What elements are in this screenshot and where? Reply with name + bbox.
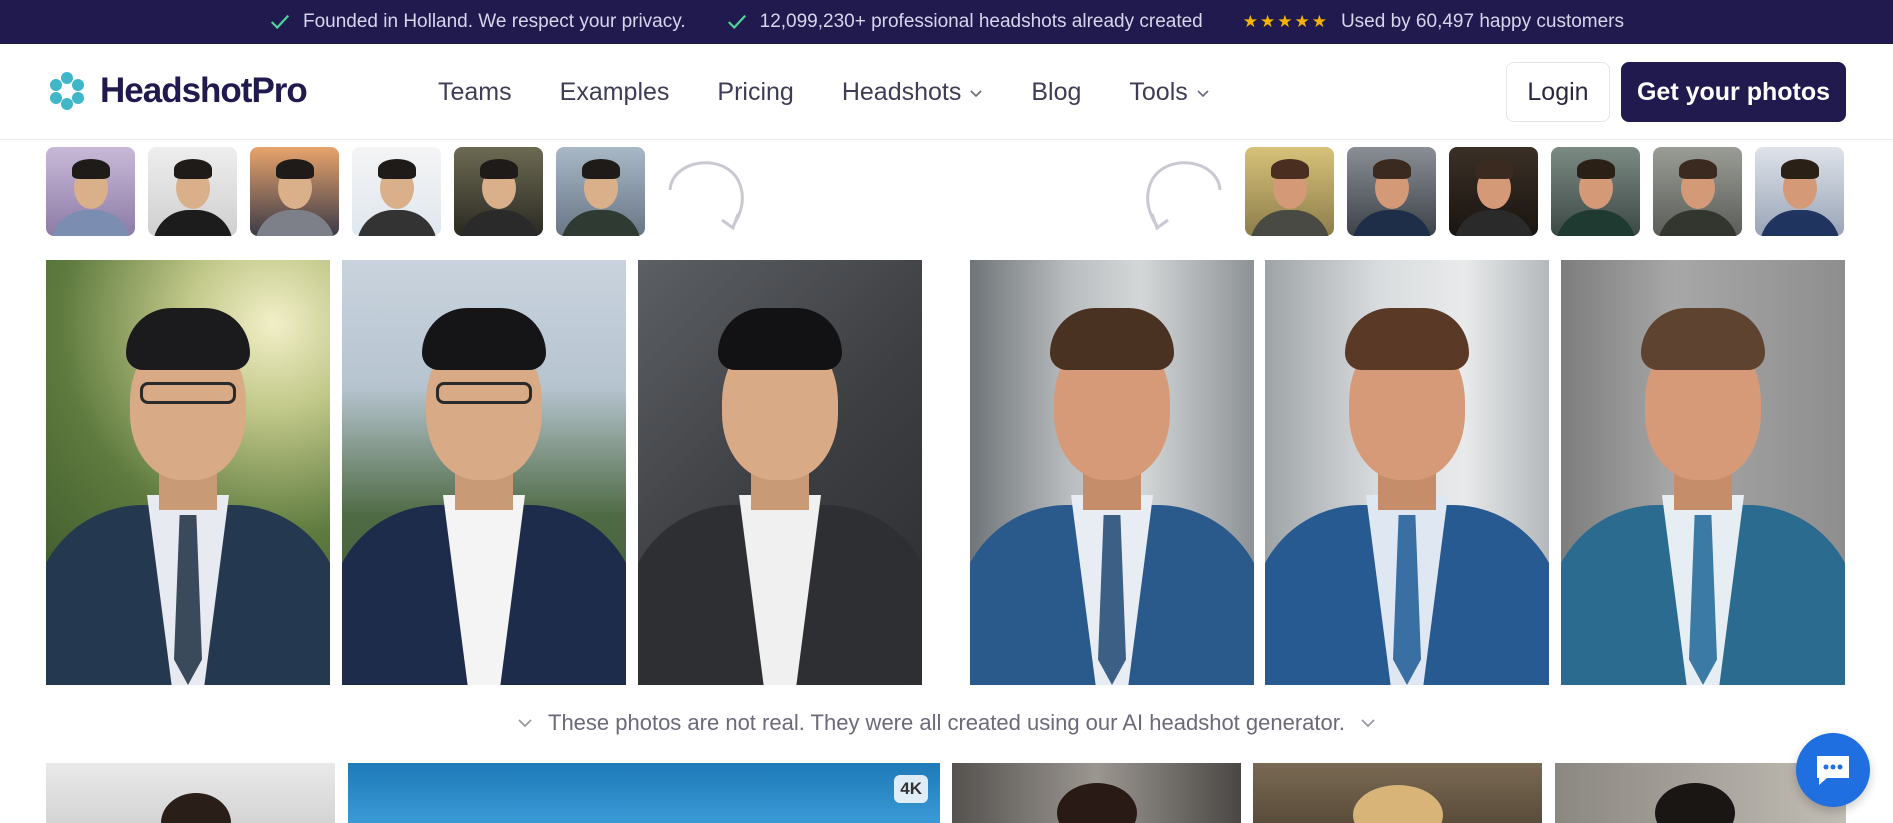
main-navigation: HeadshotPro Teams Examples Pricing Heads… <box>0 44 1893 140</box>
input-selfie-thumbnail <box>352 147 441 236</box>
nav-label: Blog <box>1031 78 1082 106</box>
banner-item-privacy: Founded in Holland. We respect your priv… <box>269 11 686 33</box>
input-selfie-thumbnail <box>250 147 339 236</box>
example-headshot <box>1253 763 1542 823</box>
nav-label: Pricing <box>717 78 794 106</box>
generated-headshot <box>1265 260 1549 685</box>
input-selfie-thumbnail <box>1551 147 1640 236</box>
logo[interactable]: HeadshotPro <box>46 70 308 112</box>
nav-item-tools[interactable]: Tools <box>1129 78 1209 107</box>
chevron-down-icon <box>518 719 532 728</box>
nav-menu: Teams Examples Pricing Headshots Blog To… <box>438 78 1210 107</box>
nav-item-examples[interactable]: Examples <box>560 78 670 107</box>
nav-label: Headshots <box>841 78 962 106</box>
input-selfie-thumbnail <box>148 147 237 236</box>
generated-headshot <box>1561 260 1845 685</box>
disclaimer-caption: These photos are not real. They were all… <box>0 710 1893 736</box>
chat-icon <box>1817 756 1849 785</box>
chevron-down-icon <box>1361 719 1375 728</box>
banner-text: 12,099,230+ professional headshots alrea… <box>759 11 1203 32</box>
get-photos-button[interactable]: Get your photos <box>1621 62 1846 122</box>
nav-item-pricing[interactable]: Pricing <box>717 78 793 107</box>
login-button[interactable]: Login <box>1506 62 1610 122</box>
nav-item-headshots[interactable]: Headshots <box>842 78 984 107</box>
input-selfie-thumbnail <box>1755 147 1844 236</box>
example-headshot <box>952 763 1241 823</box>
chevron-down-icon <box>970 89 982 97</box>
generated-headshot <box>970 260 1254 685</box>
curved-arrow-icon <box>1146 161 1222 231</box>
quality-badge: 4K <box>894 775 928 803</box>
nav-item-blog[interactable]: Blog <box>1031 78 1081 107</box>
nav-item-teams[interactable]: Teams <box>438 78 512 107</box>
example-headshot <box>46 763 335 823</box>
input-selfie-thumbnail <box>1653 147 1742 236</box>
banner-text: Founded in Holland. We respect your priv… <box>302 11 686 32</box>
nav-label: Examples <box>559 78 670 106</box>
brand-name: HeadshotPro <box>100 71 308 110</box>
generated-headshot <box>46 260 330 685</box>
check-icon <box>270 14 290 30</box>
input-selfie-thumbnail <box>1245 147 1334 236</box>
chat-widget-button[interactable] <box>1796 733 1870 807</box>
input-selfie-thumbnail <box>1347 147 1436 236</box>
chevron-down-icon <box>1197 89 1209 97</box>
logo-icon <box>50 72 84 110</box>
banner-item-customers: ★★★★★ Used by 60,497 happy customers <box>1243 11 1624 33</box>
nav-label: Tools <box>1129 78 1188 106</box>
input-selfie-thumbnail <box>556 147 645 236</box>
star-icon: ★★★★★ <box>1242 12 1329 31</box>
example-headshot: 4K <box>348 763 940 823</box>
nav-label: Teams <box>438 78 512 106</box>
input-selfie-thumbnail <box>1449 147 1538 236</box>
banner-item-count: 12,099,230+ professional headshots alrea… <box>726 11 1203 33</box>
check-icon <box>727 14 746 30</box>
generated-headshot <box>342 260 626 685</box>
banner-text: Used by 60,497 happy customers <box>1340 11 1625 32</box>
generated-headshot <box>638 260 922 685</box>
input-selfie-thumbnail <box>454 147 543 236</box>
caption-text: These photos are not real. They were all… <box>548 710 1345 735</box>
announcement-bar: Founded in Holland. We respect your priv… <box>0 0 1893 44</box>
curved-arrow-icon <box>668 161 744 231</box>
input-selfie-thumbnail <box>46 147 135 236</box>
